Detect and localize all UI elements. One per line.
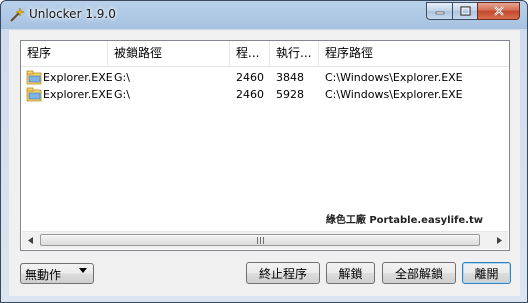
column-pid[interactable]: 程...	[230, 41, 270, 66]
app-window: Unlocker 1.9.0 程序 被鎖路徑 程... 執行... 程序路徑 E…	[0, 0, 528, 303]
explorer-icon	[26, 87, 42, 102]
column-locked-path[interactable]: 被鎖路徑	[108, 41, 230, 66]
column-header: 程序 被鎖路徑 程... 執行... 程序路徑	[21, 41, 509, 67]
cell-process-path: C:\Windows\Explorer.EXE	[325, 88, 463, 101]
process-list[interactable]: 程序 被鎖路徑 程... 執行... 程序路徑 Explorer.EXE G:\…	[20, 40, 510, 251]
window-title: Unlocker 1.9.0	[29, 7, 116, 21]
scrollbar-thumb[interactable]	[40, 234, 480, 246]
scroll-right-button[interactable]	[491, 232, 508, 249]
maximize-icon	[459, 6, 471, 16]
maximize-button[interactable]	[452, 2, 477, 20]
cell-process-path: C:\Windows\Explorer.EXE	[325, 71, 463, 84]
column-process[interactable]: 程序	[21, 41, 108, 66]
chevron-down-icon	[79, 268, 87, 273]
close-icon	[493, 6, 504, 16]
explorer-icon	[26, 70, 42, 85]
cell-pid: 2460	[236, 88, 264, 101]
watermark: 綠色工廠 Portable.easylife.tw	[325, 215, 483, 226]
table-row[interactable]: Explorer.EXE G:\ 2460 3848 C:\Windows\Ex…	[21, 69, 509, 86]
cell-locked-path: G:\	[114, 88, 130, 101]
scroll-left-button[interactable]	[22, 232, 39, 249]
close-button[interactable]: 離開	[462, 262, 511, 284]
cell-handle: 5928	[276, 88, 304, 101]
column-handle[interactable]: 執行...	[270, 41, 319, 66]
cell-process: Explorer.EXE	[43, 71, 113, 84]
cell-process: Explorer.EXE	[43, 88, 113, 101]
wand-icon	[10, 7, 24, 22]
arrow-left-icon	[27, 237, 33, 244]
unlock-button[interactable]: 解鎖	[326, 262, 375, 284]
action-select-value: 無動作	[25, 268, 62, 282]
close-window-button[interactable]	[477, 2, 520, 20]
cell-locked-path: G:\	[114, 71, 130, 84]
kill-process-button[interactable]: 終止程序	[246, 262, 320, 284]
grip-icon	[256, 236, 264, 244]
horizontal-scrollbar[interactable]	[22, 231, 508, 249]
unlock-all-button[interactable]: 全部解鎖	[382, 262, 456, 284]
table-row[interactable]: Explorer.EXE G:\ 2460 5928 C:\Windows\Ex…	[21, 86, 509, 103]
title-bar[interactable]: Unlocker 1.9.0	[1, 1, 527, 29]
caption-buttons	[426, 2, 520, 21]
column-process-path[interactable]: 程序路徑	[319, 41, 509, 66]
minimize-button[interactable]	[426, 2, 452, 20]
client-area: 程序 被鎖路徑 程... 執行... 程序路徑 Explorer.EXE G:\…	[9, 30, 520, 296]
minimize-icon	[435, 11, 444, 15]
action-select[interactable]: 無動作	[20, 263, 94, 284]
cell-pid: 2460	[236, 71, 264, 84]
cell-handle: 3848	[276, 71, 304, 84]
arrow-right-icon	[496, 237, 502, 244]
